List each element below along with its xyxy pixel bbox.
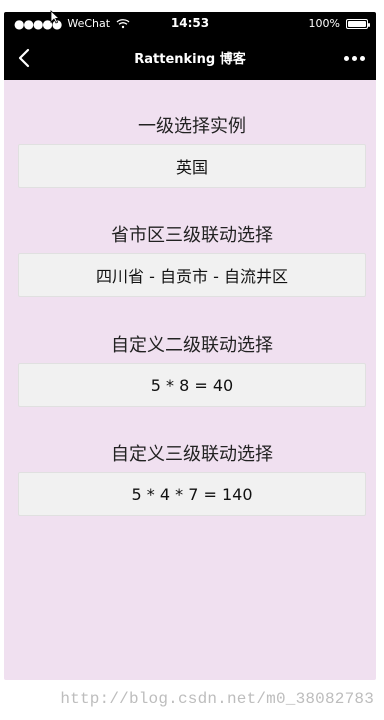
region-picker[interactable]: 四川省 - 自贡市 - 自流井区 — [18, 253, 366, 297]
phone-screen: ●●●●● WeChat 14:53 100% Rattenking 博客 一级… — [4, 12, 376, 680]
navigation-bar: Rattenking 博客 — [4, 36, 376, 80]
page-content: 一级选择实例 英国 省市区三级联动选择 四川省 - 自贡市 - 自流井区 自定义… — [4, 80, 376, 680]
battery-level — [348, 20, 366, 27]
battery-icon — [346, 18, 370, 29]
mouse-cursor-icon — [50, 10, 60, 24]
section-three-level-picker: 自定义三级联动选择 5 * 4 * 7 = 140 — [18, 444, 366, 516]
more-button[interactable] — [340, 46, 368, 70]
two-level-picker[interactable]: 5 * 8 = 40 — [18, 363, 366, 407]
single-picker[interactable]: 英国 — [18, 144, 366, 188]
battery-percent: 100% — [308, 17, 340, 30]
three-level-picker[interactable]: 5 * 4 * 7 = 140 — [18, 472, 366, 516]
watermark: http://blog.csdn.net/m0_38082783 — [60, 690, 374, 708]
more-dots-icon — [343, 55, 349, 61]
page-title: Rattenking 博客 — [134, 52, 246, 67]
section-title: 省市区三级联动选择 — [111, 225, 273, 246]
section-single-picker: 一级选择实例 英国 — [18, 116, 366, 188]
section-title: 自定义二级联动选择 — [111, 335, 273, 356]
section-title: 一级选择实例 — [138, 116, 246, 137]
status-right: 100% — [308, 17, 370, 30]
more-dots-icon — [351, 55, 357, 61]
section-region-picker: 省市区三级联动选择 四川省 - 自贡市 - 自流井区 — [18, 225, 366, 297]
section-two-level-picker: 自定义二级联动选择 5 * 8 = 40 — [18, 335, 366, 407]
screenshot-frame: ●●●●● WeChat 14:53 100% Rattenking 博客 一级… — [0, 0, 384, 720]
more-dots-icon — [359, 55, 365, 61]
section-title: 自定义三级联动选择 — [111, 444, 273, 465]
